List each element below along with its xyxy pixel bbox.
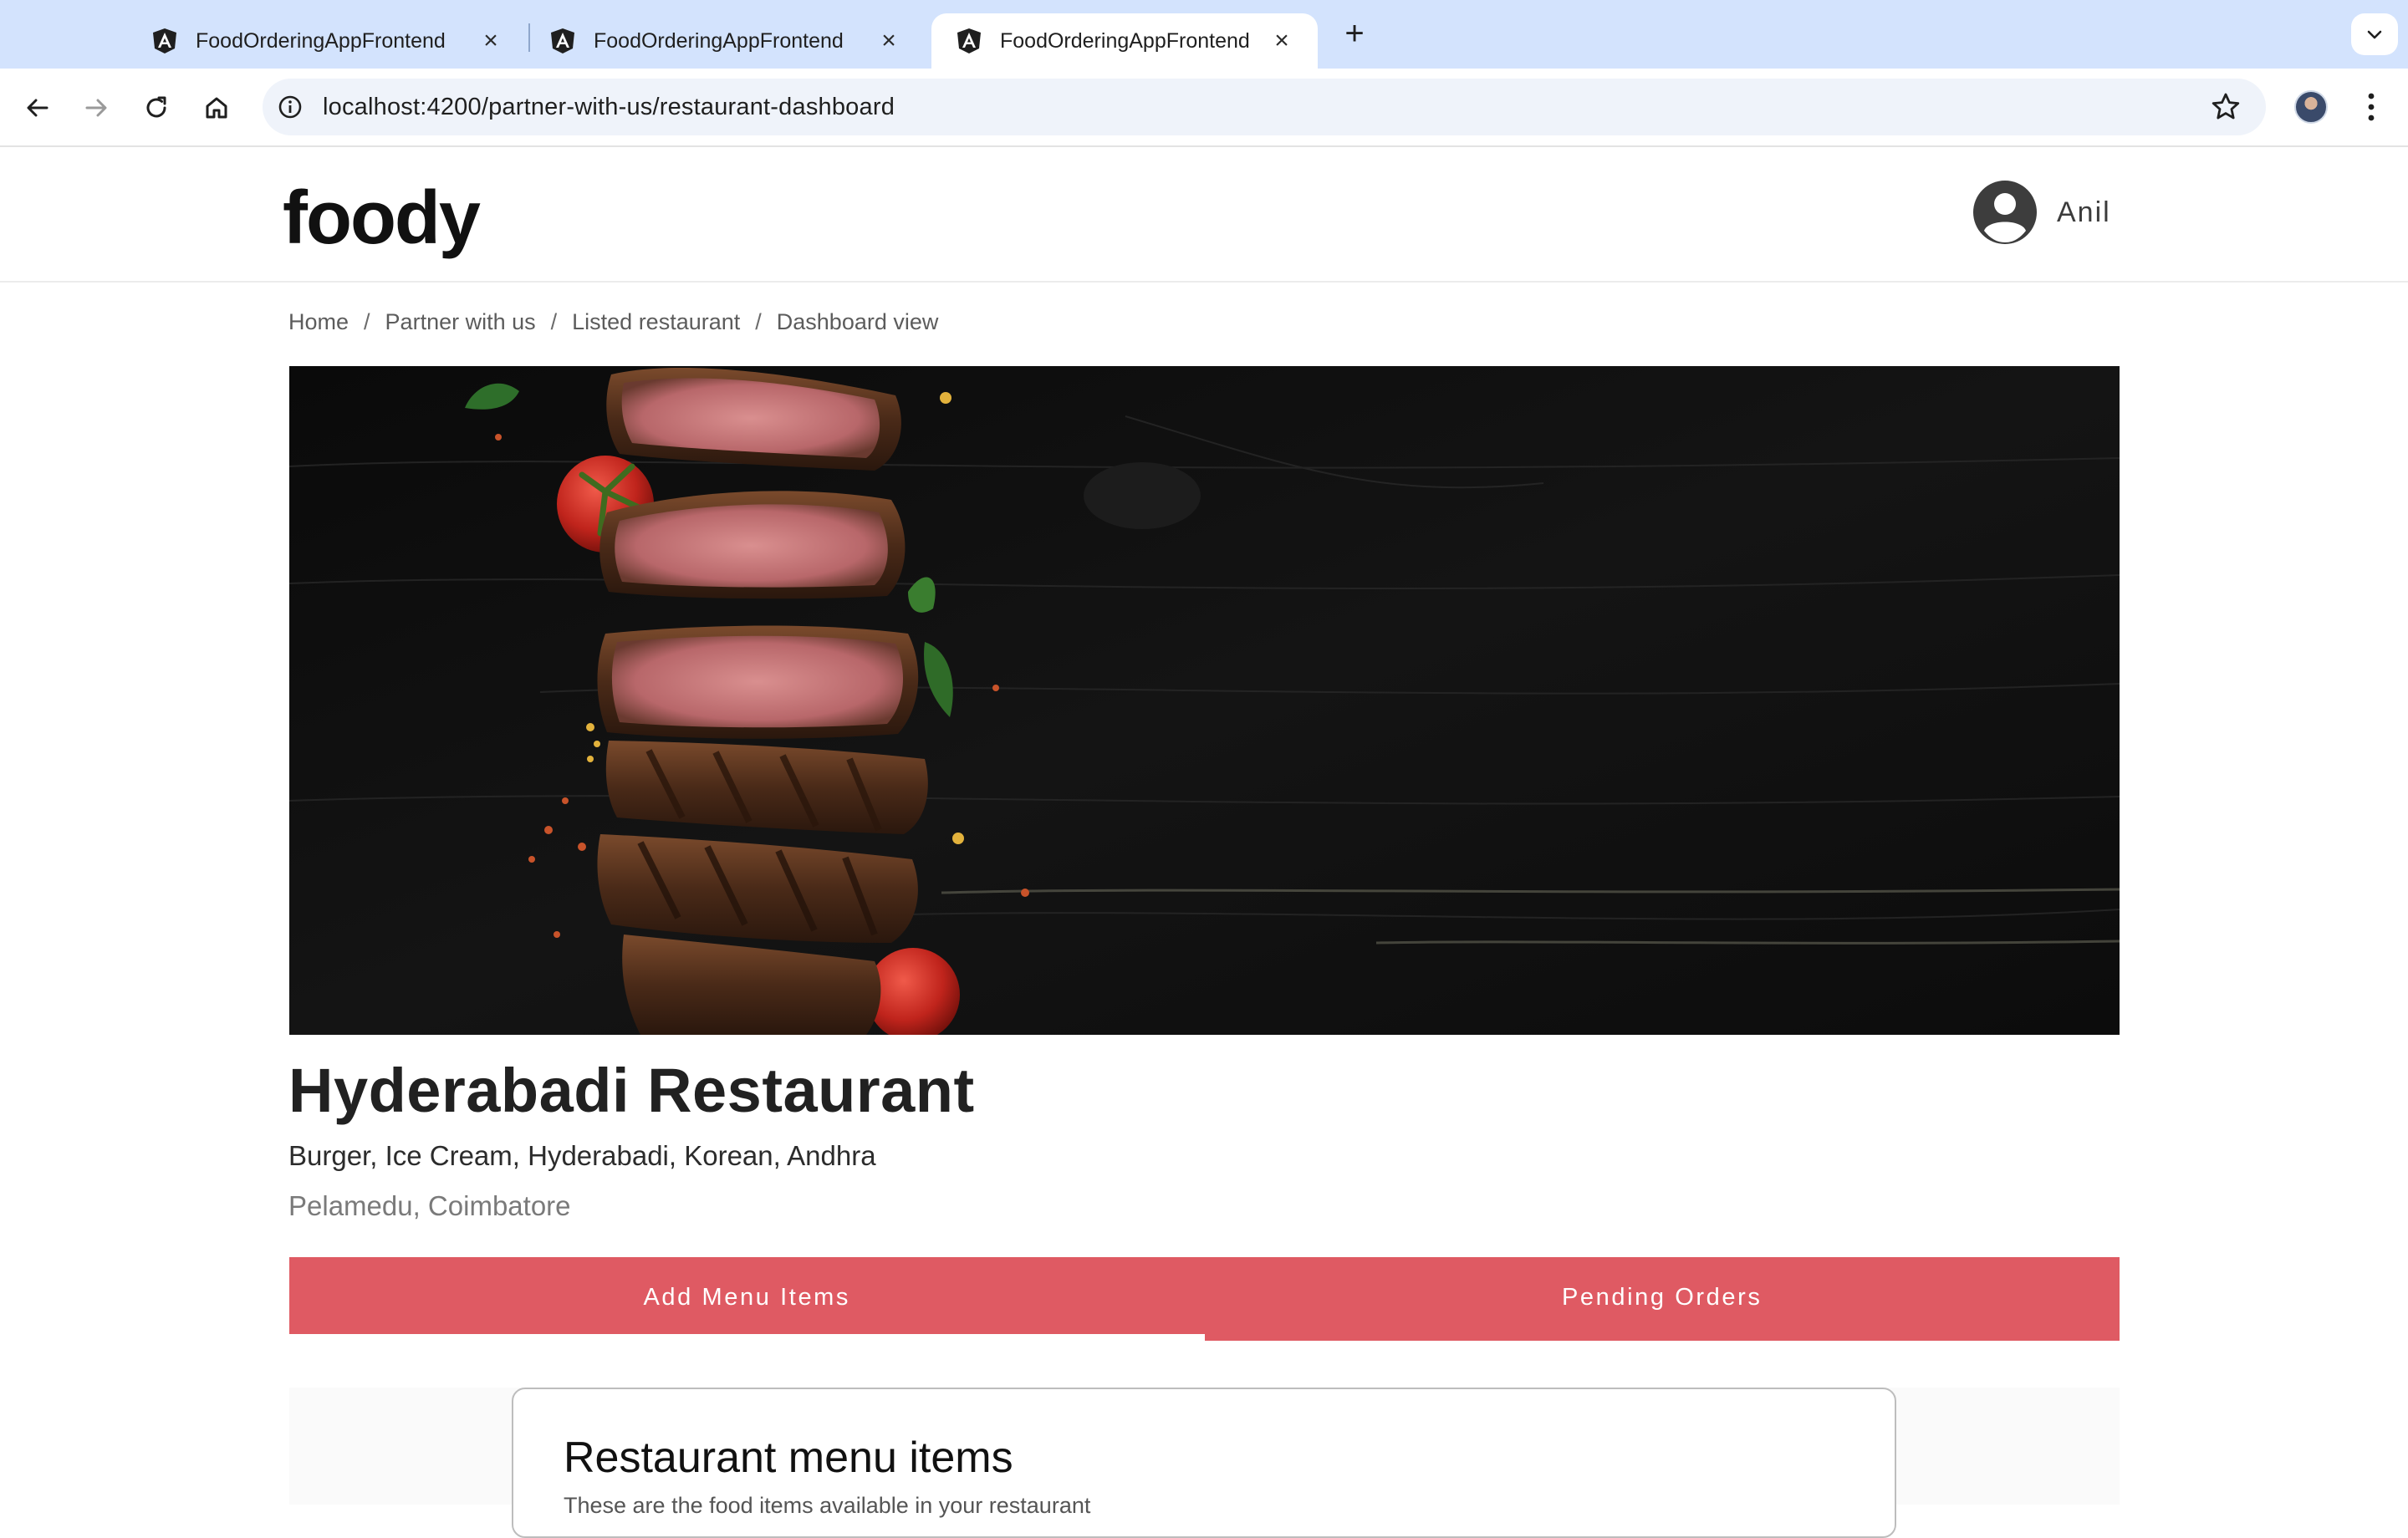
- tab-title: FoodOrderingAppFrontend: [196, 28, 446, 53]
- tab-pending-orders[interactable]: Pending Orders: [1204, 1257, 2120, 1341]
- browser-menu-kebab-icon[interactable]: [2354, 87, 2388, 127]
- browser-tabstrip: FoodOrderingAppFrontend × FoodOrderingAp…: [0, 0, 2408, 69]
- address-bar[interactable]: localhost:4200/partner-with-us/restauran…: [263, 79, 2266, 135]
- tab-title: FoodOrderingAppFrontend: [594, 28, 844, 53]
- breadcrumb-partner-with-us[interactable]: Partner with us: [385, 309, 536, 335]
- browser-tab[interactable]: FoodOrderingAppFrontend ×: [525, 13, 925, 69]
- home-icon[interactable]: [196, 87, 237, 129]
- browser-profile-avatar[interactable]: [2294, 90, 2328, 124]
- back-arrow-icon[interactable]: [17, 87, 59, 129]
- close-tab-icon[interactable]: ×: [875, 27, 903, 55]
- restaurant-cuisines: Burger, Ice Cream, Hyderabadi, Korean, A…: [288, 1140, 876, 1171]
- browser-tab-active[interactable]: FoodOrderingAppFrontend ×: [931, 13, 1318, 69]
- menu-items-card: Restaurant menu items These are the food…: [512, 1388, 1896, 1538]
- close-tab-icon[interactable]: ×: [1268, 27, 1296, 55]
- menu-card-subtitle: These are the food items available in yo…: [564, 1493, 1091, 1518]
- breadcrumb-separator: /: [755, 309, 762, 334]
- foody-logo[interactable]: foody: [283, 176, 481, 262]
- tab-search-chevron-icon[interactable]: [2351, 13, 2398, 55]
- app-header: foody Anil: [0, 147, 2408, 283]
- menu-card-title: Restaurant menu items: [564, 1434, 1013, 1482]
- restaurant-name: Hyderabadi Restaurant: [288, 1056, 975, 1125]
- tab-add-menu-items[interactable]: Add Menu Items: [289, 1257, 1205, 1337]
- browser-tab[interactable]: FoodOrderingAppFrontend ×: [127, 13, 527, 69]
- angular-logo-icon: [153, 28, 176, 53]
- breadcrumb-listed-restaurant[interactable]: Listed restaurant: [572, 309, 740, 335]
- close-tab-icon[interactable]: ×: [477, 27, 505, 55]
- breadcrumb-dashboard-view: Dashboard view: [776, 309, 939, 334]
- breadcrumb-separator: /: [364, 309, 370, 334]
- site-info-icon[interactable]: [276, 93, 304, 121]
- user-name[interactable]: Anil: [2057, 196, 2111, 229]
- reload-icon[interactable]: [135, 87, 177, 129]
- browser-toolbar: localhost:4200/partner-with-us/restauran…: [0, 69, 2408, 147]
- steak-photo: [289, 366, 2120, 1035]
- breadcrumb-separator: /: [550, 309, 558, 334]
- breadcrumb: Home / Partner with us / Listed restaura…: [288, 309, 938, 335]
- bookmark-star-icon[interactable]: [2209, 90, 2242, 124]
- forward-arrow-icon[interactable]: [75, 87, 117, 129]
- new-tab-plus-icon[interactable]: +: [1336, 15, 1373, 52]
- breadcrumb-home[interactable]: Home: [288, 309, 349, 335]
- url-text[interactable]: localhost:4200/partner-with-us/restauran…: [323, 94, 895, 121]
- dashboard-tab-group: Add Menu Items Pending Orders: [289, 1257, 2120, 1341]
- restaurant-banner-image: [289, 366, 2120, 1035]
- restaurant-location: Pelamedu, Coimbatore: [288, 1190, 571, 1221]
- user-menu[interactable]: Anil: [1972, 179, 2111, 246]
- tab-title: FoodOrderingAppFrontend: [1000, 28, 1250, 53]
- angular-logo-icon: [957, 28, 981, 53]
- angular-logo-icon: [551, 28, 574, 53]
- account-circle-icon[interactable]: [1972, 179, 2038, 246]
